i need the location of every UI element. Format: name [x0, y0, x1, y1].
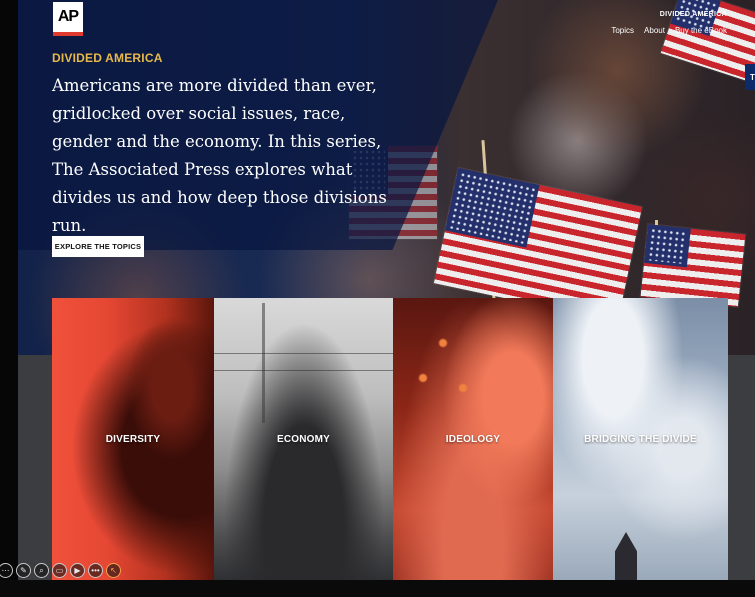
intro-text: Americans are more divided than ever, gr…	[52, 76, 387, 235]
flag-image	[639, 222, 747, 309]
left-edge	[0, 0, 18, 597]
menu-icon[interactable]: ⋯	[0, 563, 13, 578]
topic-label: ECONOMY	[276, 433, 331, 445]
pointer-icon[interactable]: ↖	[106, 563, 121, 578]
topic-diversity[interactable]: DIVERSITY	[52, 298, 214, 580]
article-page: AP DIVIDED AMERICA Topics About Buy the …	[18, 0, 755, 580]
power-line	[214, 353, 393, 354]
viewer-toolbar: ⋯ ✎ ⌕ ▭ ▶ ••• ↖	[0, 563, 121, 578]
captions-icon[interactable]: ▭	[52, 563, 67, 578]
church-steeple	[615, 532, 637, 580]
bottom-edge	[0, 580, 755, 597]
power-line	[214, 370, 393, 371]
side-tab[interactable]: T	[745, 64, 755, 90]
camera-icon[interactable]: ▶	[70, 563, 85, 578]
site-title: DIVIDED AMERICA	[659, 11, 727, 18]
utility-pole	[262, 303, 265, 423]
nav-buy-ebook-link[interactable]: Buy the eBook	[675, 26, 727, 35]
topic-label: DIVERSITY	[105, 433, 161, 445]
topics-grid: DIVERSITY ECONOMY IDEOLOGY BRIDGING THE …	[52, 298, 728, 580]
topic-economy[interactable]: ECONOMY	[214, 298, 393, 580]
top-nav: Topics About Buy the eBook	[611, 26, 727, 35]
explore-topics-button[interactable]: EXPLORE THE TOPICS	[52, 236, 144, 257]
nav-about-link[interactable]: About	[644, 26, 665, 35]
zoom-icon[interactable]: ⌕	[34, 563, 49, 578]
pen-icon[interactable]: ✎	[16, 563, 31, 578]
topic-label: BRIDGING THE DIVIDE	[584, 433, 697, 445]
ap-logo[interactable]: AP	[53, 2, 83, 36]
topic-bridging-the-divide[interactable]: BRIDGING THE DIVIDE	[553, 298, 728, 580]
topic-label: IDEOLOGY	[445, 433, 501, 445]
more-icon[interactable]: •••	[88, 563, 103, 578]
series-label: DIVIDED AMERICA	[52, 51, 163, 65]
nav-topics-link[interactable]: Topics	[611, 26, 634, 35]
topic-ideology[interactable]: IDEOLOGY	[393, 298, 553, 580]
